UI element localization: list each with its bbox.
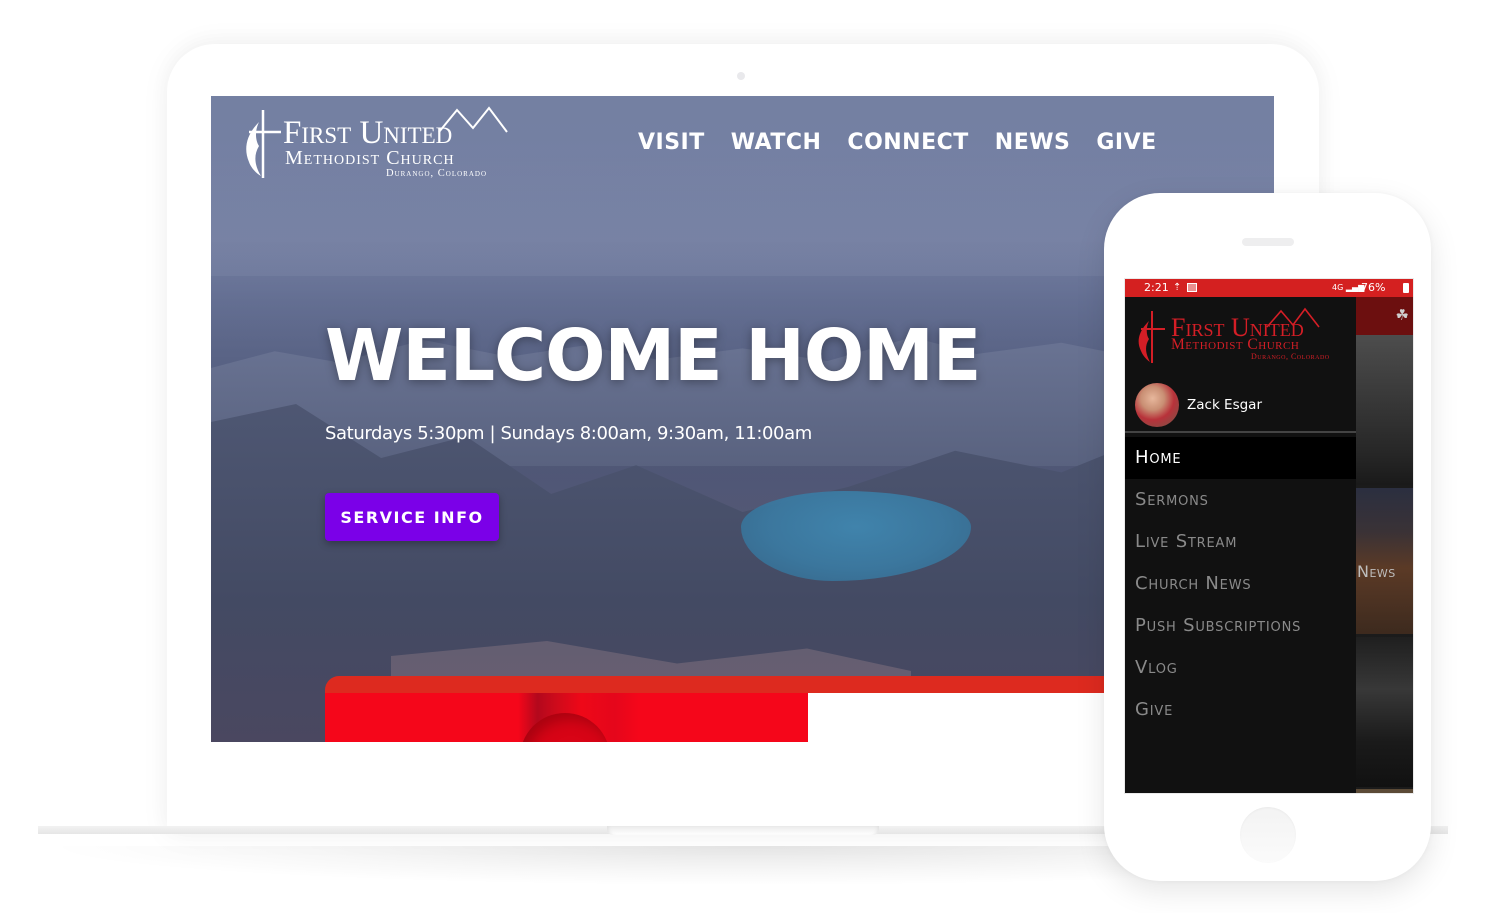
menu-item-push-subscriptions[interactable]: Push Subscriptions — [1125, 605, 1356, 647]
card-label: News — [1357, 562, 1396, 581]
service-info-button[interactable]: SERVICE INFO — [325, 493, 499, 541]
nav-watch[interactable]: WATCH — [731, 132, 822, 154]
signal-icon: 4G ▂▄▆ — [1332, 283, 1365, 292]
phone-screen: 2:21 ⇡ 4G ▂▄▆ 76% ☘ News First United Me… — [1124, 278, 1414, 794]
avatar[interactable] — [1135, 383, 1179, 427]
status-bar: 2:21 ⇡ 4G ▂▄▆ 76% — [1125, 279, 1413, 297]
home-card[interactable] — [1356, 637, 1413, 787]
logo-location: Durango, Colorado — [386, 168, 488, 179]
menu-item-give[interactable]: Give — [1125, 689, 1356, 731]
nav-visit[interactable]: VISIT — [638, 132, 705, 154]
menu-item-church-news[interactable]: Church News — [1125, 563, 1356, 605]
home-card[interactable] — [1356, 335, 1413, 485]
app-header: ☘ — [1356, 297, 1413, 335]
home-card — [1356, 789, 1413, 793]
user-name: Zack Esgar — [1187, 397, 1263, 413]
cross-flame-icon — [246, 110, 281, 178]
upload-icon: ⇡ — [1173, 282, 1182, 293]
cross-flame-icon — [1138, 311, 1165, 363]
drawer-logo-location: Durango, Colorado — [1251, 352, 1330, 361]
laptop-camera — [737, 72, 745, 80]
laptop-notch — [607, 826, 879, 835]
drawer-logo-subtitle: Methodist Church — [1171, 336, 1300, 353]
network-type: 4G — [1332, 283, 1344, 292]
photo-person — [520, 713, 610, 742]
app-home-content: ☘ News — [1356, 297, 1413, 793]
nav-news[interactable]: NEWS — [995, 132, 1071, 154]
logo-subtitle: Methodist Church — [285, 147, 455, 169]
featured-photo[interactable] — [325, 693, 808, 742]
menu-item-vlog[interactable]: Vlog — [1125, 647, 1356, 689]
battery-icon — [1403, 283, 1409, 293]
drawer-menu: Home Sermons Live Stream Church News Pus… — [1125, 437, 1356, 731]
battery-level: 76% — [1361, 281, 1386, 294]
phone-home-button[interactable] — [1240, 807, 1296, 863]
menu-item-sermons[interactable]: Sermons — [1125, 479, 1356, 521]
logo-title: First United — [283, 115, 453, 151]
navigation-drawer: First United Methodist Church Durango, C… — [1125, 297, 1356, 793]
drawer-logo: First United Methodist Church Durango, C… — [1135, 307, 1350, 367]
drawer-header: First United Methodist Church Durango, C… — [1125, 297, 1356, 433]
hand-plant-icon[interactable]: ☘ — [1396, 306, 1409, 324]
hero-title: WELCOME HOME — [325, 314, 981, 397]
menu-item-home[interactable]: Home — [1125, 437, 1356, 479]
service-times: Saturdays 5:30pm | Sundays 8:00am, 9:30a… — [325, 423, 812, 444]
nav-give[interactable]: GIVE — [1096, 132, 1156, 154]
status-time: 2:21 — [1144, 281, 1169, 294]
site-logo[interactable]: First United Methodist Church Durango, C… — [241, 104, 511, 180]
image-icon — [1187, 283, 1197, 292]
nav-connect[interactable]: CONNECT — [847, 132, 968, 154]
menu-item-live-stream[interactable]: Live Stream — [1125, 521, 1356, 563]
home-card-news[interactable]: News — [1356, 488, 1413, 634]
phone-speaker — [1242, 238, 1294, 246]
main-nav: VISIT WATCH CONNECT NEWS GIVE — [638, 132, 1183, 154]
